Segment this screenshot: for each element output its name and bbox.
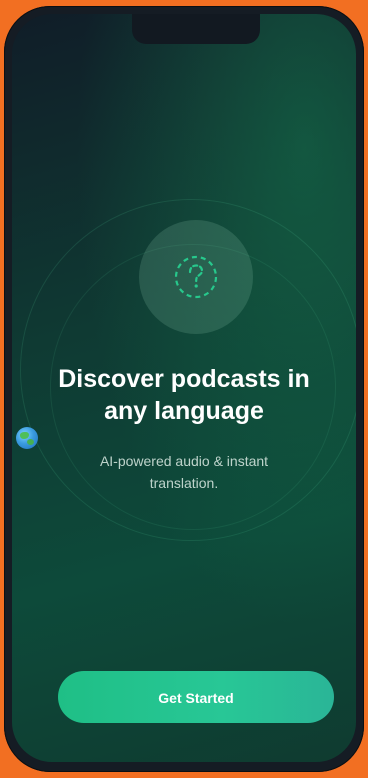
headline-line-2-text: any language [104, 397, 264, 425]
onboarding-subtitle: AI-powered audio & instant translation. [12, 450, 356, 494]
subtitle-line-1: AI-powered audio & instant [99, 453, 269, 469]
headline-line-1: Discover podcasts in [58, 365, 310, 393]
phone-frame: Discover podcasts in any language AI-pow… [4, 6, 364, 772]
onboarding-headline: Discover podcasts in any language [12, 363, 356, 449]
device-notch [132, 14, 260, 44]
globe-icon [16, 427, 38, 449]
onboarding-screen: Discover podcasts in any language AI-pow… [12, 14, 356, 762]
subtitle-line-2: translation. [149, 475, 219, 491]
question-mark-icon [174, 255, 218, 299]
headline-line-2: any language [12, 395, 356, 449]
get-started-button[interactable]: Get Started [58, 671, 334, 723]
